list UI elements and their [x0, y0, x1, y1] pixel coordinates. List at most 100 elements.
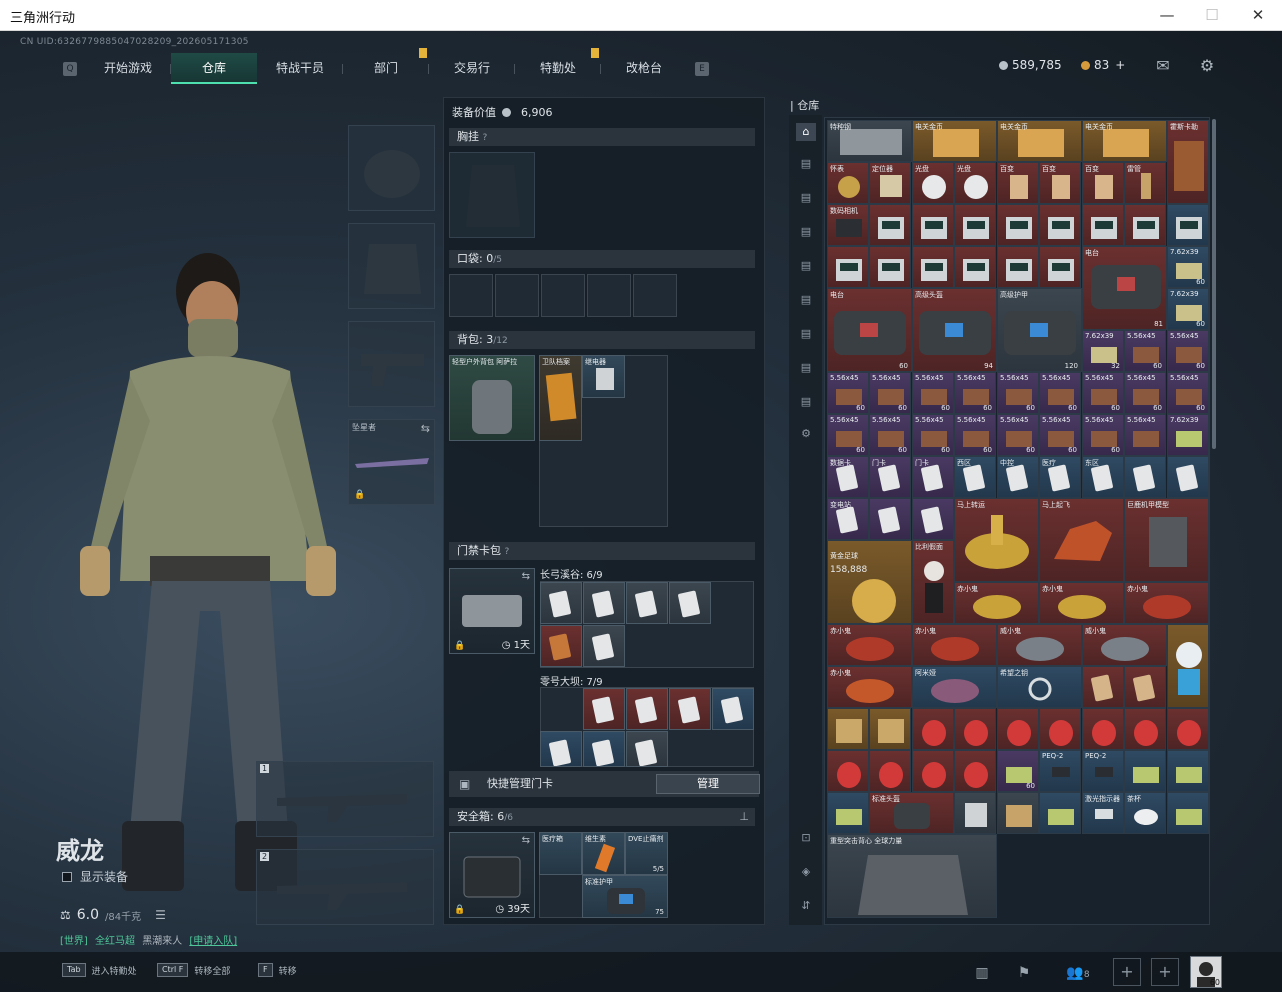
stash-item[interactable]: 5.56x45 60	[912, 414, 954, 456]
stash-item[interactable]	[912, 750, 954, 792]
stash-item[interactable]: PEQ-2	[1082, 750, 1124, 792]
stash-item[interactable]	[1039, 792, 1081, 834]
pocket-cell[interactable]	[495, 274, 539, 317]
stash-item[interactable]	[827, 708, 869, 750]
stash-item[interactable]: 威小鬼	[1082, 624, 1167, 666]
checkbox[interactable]	[62, 871, 72, 882]
help-icon[interactable]: ?	[483, 133, 488, 143]
safebox-item-painkiller[interactable]: DVE止痛剂 5/5	[625, 832, 668, 875]
stash-item[interactable]: 数码相机	[827, 204, 869, 246]
stash-item[interactable]: 百变	[997, 162, 1039, 204]
stash-item[interactable]	[997, 792, 1039, 834]
stash-item[interactable]: 高级护甲 120	[997, 288, 1082, 372]
stash-item[interactable]: 变电站	[827, 498, 869, 540]
stash-item[interactable]: 电台 81	[1082, 246, 1167, 330]
stash-tab-8-icon[interactable]: ▤	[796, 359, 816, 377]
stash-item[interactable]: 东区	[1082, 456, 1124, 498]
stash-item[interactable]: 巨鹿机甲模型	[1124, 498, 1209, 582]
stash-item[interactable]: 7.62x39 60	[1167, 246, 1209, 288]
join-team-link[interactable]: [申请入队]	[189, 936, 237, 947]
keycard[interactable]	[626, 582, 668, 624]
stash-item[interactable]: 百变	[1039, 162, 1081, 204]
stash-item[interactable]: 5.56x45 60	[954, 414, 996, 456]
nav-prev-key[interactable]: Q	[63, 61, 77, 76]
stash-item[interactable]: 赤小鬼	[1124, 582, 1209, 624]
coin-balance[interactable]: 83 +	[1081, 58, 1125, 72]
help-icon[interactable]: ?	[505, 547, 510, 557]
backpack-item-dossier[interactable]: 卫队档案	[539, 355, 582, 441]
keycard[interactable]	[540, 625, 582, 667]
stash-item[interactable]	[997, 204, 1039, 246]
stash-item[interactable]	[1124, 708, 1166, 750]
swap-icon[interactable]: ⇆	[522, 835, 530, 846]
stash-item[interactable]: 马上起飞	[1039, 498, 1124, 582]
stats-chart-icon[interactable]: ▥	[969, 960, 995, 986]
list-icon[interactable]: ☰	[155, 908, 166, 922]
keycard[interactable]	[583, 731, 625, 767]
stash-item[interactable]: 雷管	[1124, 162, 1166, 204]
melee-slot[interactable]: 坠星者 ⇆ 🔒	[348, 419, 435, 505]
stash-item[interactable]: 希望之钥	[997, 666, 1082, 708]
stash-item[interactable]	[1039, 204, 1081, 246]
stash-item[interactable]: 威小鬼	[997, 624, 1082, 666]
stash-item[interactable]: 5.56x45 60	[1082, 372, 1124, 414]
show-equipment-toggle[interactable]: 显示装备	[62, 868, 128, 885]
stash-item[interactable]	[954, 708, 996, 750]
mail-icon[interactable]: ✉	[1152, 55, 1174, 77]
nav-next-key[interactable]: E	[695, 61, 709, 76]
stash-item[interactable]	[997, 246, 1039, 288]
stash-item[interactable]	[869, 498, 911, 540]
stash-item[interactable]	[1082, 204, 1124, 246]
stash-tab-6-icon[interactable]: ▤	[796, 291, 816, 309]
minimize-button[interactable]: —	[1152, 4, 1182, 26]
stash-item[interactable]: 数据卡	[827, 456, 869, 498]
stash-scrollbar[interactable]	[1212, 119, 1216, 449]
stash-item[interactable]	[954, 246, 996, 288]
helmet-slot[interactable]	[348, 125, 435, 211]
stash-item[interactable]: PEQ-2	[1039, 750, 1081, 792]
stash-item[interactable]	[869, 204, 911, 246]
hint-transfer-all[interactable]: Ctrl F 转移全部	[157, 963, 230, 977]
stash-item[interactable]: 5.56x45 60	[1039, 372, 1081, 414]
keycard[interactable]	[626, 688, 668, 730]
pocket-cell[interactable]	[541, 274, 585, 317]
tab-start-game[interactable]: 开始游戏	[85, 53, 171, 84]
stash-item[interactable]: 阿米娅	[912, 666, 997, 708]
stash-item[interactable]: 特种钢	[827, 120, 912, 162]
stash-item[interactable]	[1167, 624, 1209, 708]
stash-item[interactable]	[1167, 708, 1209, 750]
stash-item[interactable]: 7.62x39 32	[1082, 330, 1124, 372]
safebox-slot[interactable]: ⇆ 🔒 ◷ 39天	[449, 832, 535, 918]
stash-item[interactable]	[1124, 750, 1166, 792]
stash-item[interactable]	[912, 708, 954, 750]
keycard[interactable]	[626, 731, 668, 767]
stash-item[interactable]: 5.56x45 60	[1124, 372, 1166, 414]
stash-item[interactable]	[1124, 666, 1166, 708]
settings-gear-icon[interactable]: ⚙	[1196, 55, 1218, 77]
stash-item[interactable]: 定位器	[869, 162, 911, 204]
stash-item[interactable]	[827, 792, 869, 834]
keycard[interactable]	[669, 582, 711, 624]
stash-item[interactable]	[912, 204, 954, 246]
stash-tab-9-icon[interactable]: ▤	[796, 393, 816, 411]
stash-item[interactable]: 比利假面	[912, 540, 954, 624]
invite-slot-2[interactable]: +	[1151, 958, 1179, 986]
stash-sort-icon[interactable]: ⇵	[796, 897, 816, 915]
stash-item[interactable]: 5.56x45 60	[997, 372, 1039, 414]
tab-gunsmith[interactable]: 改枪台	[601, 53, 687, 84]
stash-item[interactable]: 门卡	[912, 456, 954, 498]
stash-item[interactable]	[1167, 204, 1209, 246]
stash-tab-all-icon[interactable]: ⌂	[796, 123, 816, 141]
backpack-item-relay[interactable]: 继电器	[582, 355, 625, 398]
stash-item[interactable]: 电关金币	[912, 120, 997, 162]
stash-item[interactable]: 5.56x45 60	[827, 414, 869, 456]
stash-item[interactable]: 光盘	[912, 162, 954, 204]
close-button[interactable]: ✕	[1243, 4, 1273, 26]
stash-item[interactable]	[1124, 456, 1166, 498]
stash-item[interactable]	[869, 750, 911, 792]
stash-item[interactable]: 标准头盔	[869, 792, 954, 834]
stash-layers-icon[interactable]: ◈	[796, 863, 816, 881]
stash-tab-2-icon[interactable]: ▤	[796, 155, 816, 173]
keycard-case-slot[interactable]: ⇆ 🔒 ◷ 1天	[449, 568, 535, 654]
stash-tab-4-icon[interactable]: ▤	[796, 223, 816, 241]
